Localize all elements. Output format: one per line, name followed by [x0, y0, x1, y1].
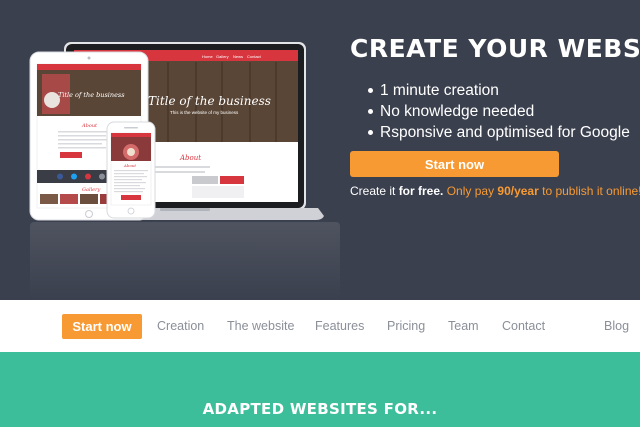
tablet-gallery-label: Gallery [82, 187, 101, 193]
feature-item: Rsponsive and optimised for Google [350, 122, 640, 143]
nav-start-now-button[interactable]: Start now [62, 314, 142, 339]
tagline-price: 90/year [497, 184, 539, 198]
tablet-heading: Title of the business [58, 91, 125, 99]
laptop-about-label: About [179, 154, 201, 162]
main-navigation: Start now Creation The website Features … [0, 300, 640, 352]
nav-link-contact[interactable]: Contact [502, 319, 545, 333]
nav-link-features[interactable]: Features [315, 319, 364, 333]
hero-title: CREATE YOUR WEBSITE [350, 34, 640, 63]
nav-link-creation[interactable]: Creation [157, 319, 204, 333]
section-title: ADAPTED WEBSITES FOR... [202, 400, 438, 418]
laptop-subheading: This is the website of my business [170, 110, 239, 115]
laptop-nav-2: Gallery [216, 54, 229, 59]
phone-about-label: About [123, 163, 136, 168]
tagline-create: Create it [350, 184, 399, 198]
start-now-button[interactable]: Start now [350, 151, 559, 177]
nav-link-the-website[interactable]: The website [227, 319, 294, 333]
tagline-only-pay: Only pay [443, 184, 498, 198]
tagline-publish: to publish it online! [538, 184, 640, 198]
phone-mockup: About [106, 121, 156, 219]
hero-section: Home Gallery News Contact Title of the b… [0, 0, 640, 300]
nav-link-team[interactable]: Team [448, 319, 479, 333]
laptop-heading: Title of the business [148, 94, 271, 108]
laptop-nav-3: News [233, 54, 243, 59]
adapted-websites-section: ADAPTED WEBSITES FOR... [0, 352, 640, 427]
tagline-free: for free. [398, 184, 444, 198]
feature-list: 1 minute creation No knowledge needed Rs… [350, 80, 640, 143]
pricing-tagline: Create it for free. Only pay 90/year to … [350, 184, 640, 198]
feature-item: No knowledge needed [350, 101, 640, 122]
laptop-nav-4: Contact [247, 54, 262, 59]
device-mockup-illustration: Home Gallery News Contact Title of the b… [29, 42, 324, 221]
nav-link-blog[interactable]: Blog [604, 319, 629, 333]
feature-item: 1 minute creation [350, 80, 640, 101]
laptop-nav-1: Home [202, 54, 213, 59]
nav-link-pricing[interactable]: Pricing [387, 319, 425, 333]
tablet-about-label: About [81, 123, 98, 129]
